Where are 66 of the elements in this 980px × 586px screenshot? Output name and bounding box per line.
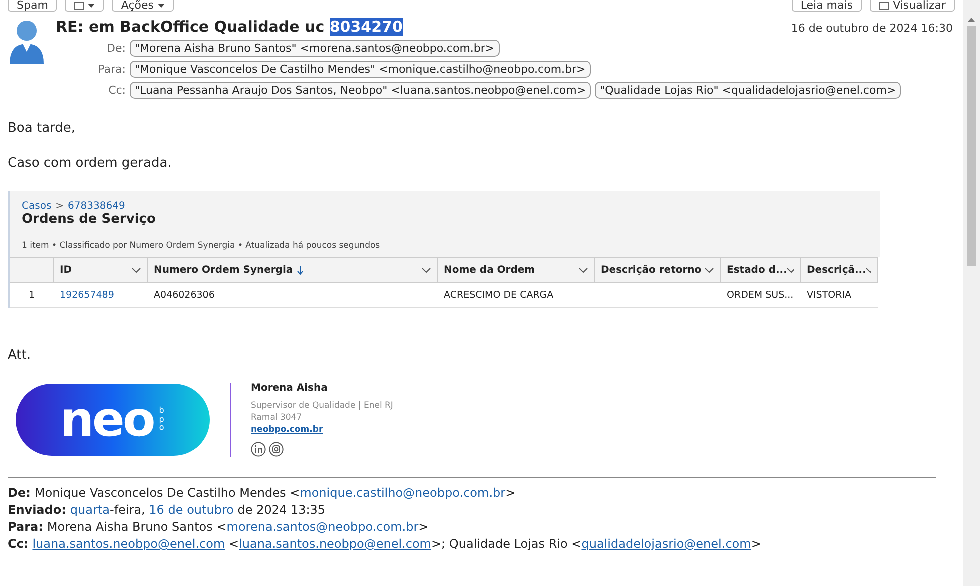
toolbar-button[interactable]: Spam [8, 0, 58, 12]
signature-extension: Ramal 3047 [251, 413, 304, 423]
header-label: Cc: [108, 84, 126, 97]
table-cell: ACRESCIMO DE CARGA [438, 283, 595, 308]
chevron-down-icon [422, 268, 431, 272]
menu-button[interactable] [65, 0, 104, 12]
table-cell: A046026306 [148, 283, 438, 308]
scroll-up-icon [968, 18, 975, 22]
body-text: Caso com ordem gerada. [8, 156, 173, 171]
recipient-chip[interactable]: "Morena Aisha Bruno Santos" <morena.santos@neobpo.com.br> [130, 40, 500, 57]
recipient-chip[interactable]: "Qualidade Lojas Rio" <qualidadelojasrio@enel.com> [595, 82, 902, 99]
breadcrumb-link[interactable]: Casos [22, 201, 52, 212]
signature-role: Supervisor de Qualidade | Enel RJ [251, 401, 394, 411]
chevron-down-icon [866, 268, 871, 272]
email-link[interactable]: qualidadelojasrio@enel.com [582, 537, 752, 551]
email-link[interactable]: monique.castilho@neobpo.com.br [300, 486, 506, 500]
recipient-chip[interactable]: "Luana Pessanha Araujo Dos Santos, Neobpo" <luana.santos.neobpo@enel.com> [130, 82, 592, 99]
header-label: Para: [97, 63, 126, 76]
quoted-header-line: Cc: luana.santos.neobpo@enel.com <luana.santos.neobpo@enel.com>; Qualidade Lojas Rio <qualidadelojasrio@enel.com> [8, 537, 762, 551]
record-link[interactable]: 192657489 [60, 290, 114, 300]
table-cell: VISTORIA [801, 283, 878, 308]
menu-button[interactable]: Ações [112, 0, 174, 12]
linkedin-icon [251, 442, 266, 457]
toolbar-button[interactable]: Visualizar [870, 0, 955, 12]
scrollbar-thumb[interactable] [967, 26, 976, 266]
window-icon [879, 2, 890, 10]
greeting-text: Boa tarde, [8, 121, 77, 136]
breadcrumb-link[interactable]: 678338649 [68, 201, 126, 212]
chevron-down-icon [579, 268, 588, 272]
column-header[interactable]: Numero Ordem Synergia [148, 257, 438, 283]
avatar-icon [8, 18, 46, 66]
closing-text: Att. [8, 348, 32, 363]
row-number: 1 [10, 283, 54, 308]
email-subject: RE: em BackOffice Qualidade uc 8034270 [56, 18, 403, 36]
caret-icon [158, 4, 166, 8]
column-header[interactable]: Descriçã... [801, 257, 878, 283]
quoted-header-line: De: Monique Vasconcelos De Castilho Mendes <monique.castilho@neobpo.com.br> [8, 486, 517, 500]
website-link[interactable]: neobpo.com.br [251, 425, 394, 435]
breadcrumb-separator: > [56, 201, 64, 212]
column-header[interactable]: Nome da Ordem [438, 257, 595, 283]
chevron-down-icon [132, 268, 141, 272]
record-title: Ordens de Serviço [21, 212, 157, 227]
email-link[interactable]: luana.santos.neobpo@enel.com [239, 537, 432, 551]
quoted-header-line: Para: Morena Aisha Bruno Santos <morena.santos@neobpo.com.br> [8, 520, 430, 534]
window-icon [74, 2, 84, 10]
instagram-icon [269, 442, 284, 457]
quoted-header-line: Enviado: quarta-feira, 16 de outubro de 2024 13:35 [8, 503, 327, 517]
recipient-chip[interactable]: "Monique Vasconcelos De Castilho Mendes" <monique.castilho@neobpo.com.br> [130, 61, 591, 78]
column-header[interactable]: Estado d... [721, 257, 801, 283]
caret-icon [88, 4, 96, 8]
signature-name: Morena Aisha [251, 383, 329, 394]
scrollbar[interactable] [963, 0, 980, 586]
header-label: De: [106, 42, 126, 55]
email-date: 16 de outubro de 2024 16:30 [791, 22, 953, 35]
email-link[interactable]: morena.santos@neobpo.com.br [226, 520, 419, 534]
column-header[interactable]: ID [54, 257, 148, 283]
column-header[interactable]: Descrição retorno [595, 257, 721, 283]
email-link[interactable]: 16 de outubro [149, 503, 234, 517]
chevron-down-icon [787, 268, 794, 272]
email-link[interactable]: luana.santos.neobpo@enel.com [32, 537, 226, 551]
email-link[interactable]: quarta [70, 503, 110, 517]
table-cell: ORDEM SUS... [721, 283, 801, 308]
toolbar-button[interactable]: Leia mais [792, 0, 862, 12]
sort-arrow-icon [297, 266, 304, 274]
list-meta: 1 item • Classificado por Numero Ordem Synergia • Atualizada há poucos segundos [21, 240, 382, 253]
chevron-down-icon [705, 268, 714, 272]
